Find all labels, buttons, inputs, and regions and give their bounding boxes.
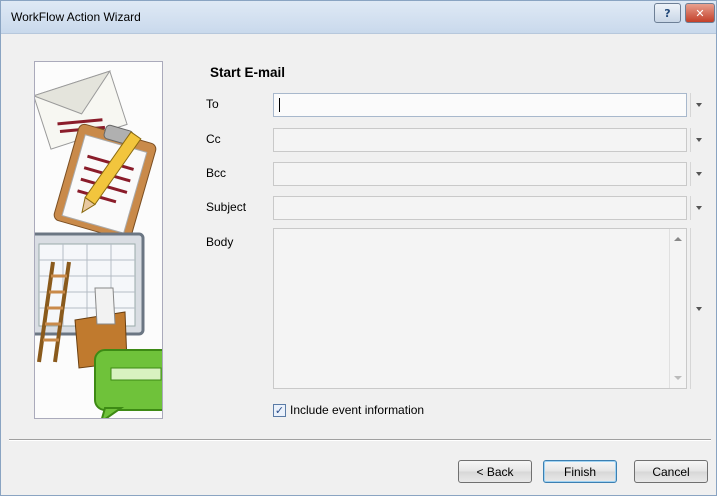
subject-dropdown-button[interactable] bbox=[690, 196, 706, 220]
chevron-down-icon bbox=[695, 172, 702, 176]
scroll-down-icon[interactable] bbox=[674, 376, 682, 380]
close-button[interactable]: ✕ bbox=[685, 3, 715, 23]
include-event-info-checkbox[interactable]: ✓ bbox=[273, 403, 286, 417]
cancel-button[interactable]: Cancel bbox=[634, 460, 708, 483]
chevron-down-icon bbox=[695, 138, 702, 142]
include-event-info-option[interactable]: ✓ Include event information bbox=[273, 402, 424, 418]
chevron-down-icon bbox=[695, 306, 702, 311]
cc-input[interactable] bbox=[273, 128, 687, 152]
help-button[interactable]: ? bbox=[654, 3, 681, 23]
to-dropdown-button[interactable] bbox=[690, 93, 706, 117]
body-label: Body bbox=[206, 235, 234, 249]
subject-input[interactable] bbox=[273, 196, 687, 220]
body-scrollbar[interactable] bbox=[669, 229, 686, 388]
wizard-illustration bbox=[34, 61, 163, 419]
back-button[interactable]: < Back bbox=[458, 460, 532, 483]
window-title: WorkFlow Action Wizard bbox=[11, 10, 141, 24]
include-event-info-label[interactable]: Include event information bbox=[290, 403, 424, 417]
cc-dropdown-button[interactable] bbox=[690, 128, 706, 152]
body-dropdown-button[interactable] bbox=[690, 228, 706, 389]
page-title: Start E-mail bbox=[210, 65, 286, 80]
wizard-illustration-icon bbox=[35, 62, 162, 418]
text-caret bbox=[279, 98, 280, 112]
subject-label: Subject bbox=[206, 200, 247, 214]
wizard-content: Start E-mail To Cc Bcc Subject Body ✓ In… bbox=[1, 34, 716, 495]
cc-label: Cc bbox=[206, 132, 221, 146]
finish-button[interactable]: Finish bbox=[543, 460, 617, 483]
wizard-window: WorkFlow Action Wizard ? ✕ Start E-mail … bbox=[0, 0, 717, 496]
chevron-down-icon bbox=[695, 206, 702, 210]
bcc-label: Bcc bbox=[206, 166, 227, 180]
footer-divider bbox=[9, 439, 711, 441]
scroll-up-icon[interactable] bbox=[674, 237, 682, 241]
chevron-down-icon bbox=[695, 103, 702, 107]
bcc-input[interactable] bbox=[273, 162, 687, 186]
to-input[interactable] bbox=[273, 93, 687, 117]
body-textarea[interactable] bbox=[273, 228, 687, 389]
to-label: To bbox=[206, 97, 219, 111]
title-bar: WorkFlow Action Wizard ? ✕ bbox=[1, 1, 716, 34]
bcc-dropdown-button[interactable] bbox=[690, 162, 706, 186]
